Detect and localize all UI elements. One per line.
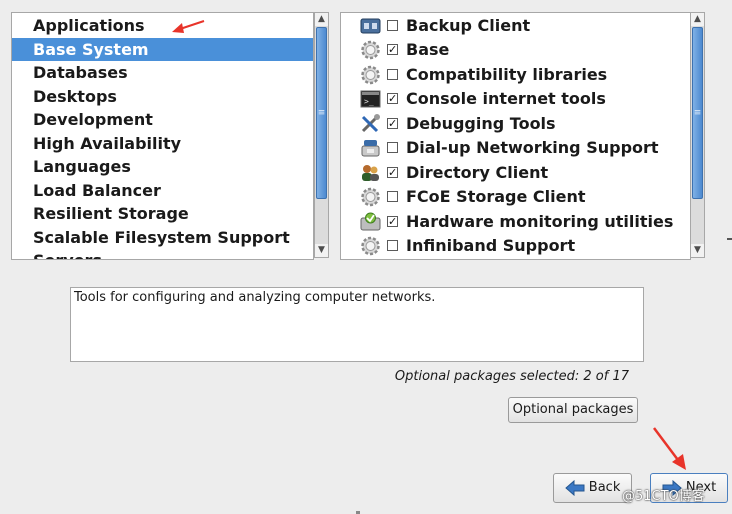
package-row[interactable]: Compatibility libraries bbox=[341, 63, 690, 87]
hardware-monitor-icon bbox=[360, 212, 381, 232]
terminal-icon: >_ bbox=[360, 89, 381, 109]
package-label: FCoE Storage Client bbox=[406, 187, 586, 206]
back-button[interactable]: Back bbox=[553, 473, 632, 503]
scroll-up-arrow-icon[interactable]: ▲ bbox=[691, 13, 704, 26]
package-checkbox[interactable] bbox=[387, 20, 398, 31]
annotation-arrow-icon bbox=[172, 20, 205, 33]
package-checkbox[interactable] bbox=[387, 191, 398, 202]
annotation-arrow-icon bbox=[653, 427, 686, 470]
svg-text:>_: >_ bbox=[364, 97, 374, 106]
package-label: Compatibility libraries bbox=[406, 65, 608, 84]
users-icon bbox=[360, 163, 381, 183]
package-scrollbar[interactable]: ▲ ≡ ▼ bbox=[690, 12, 705, 258]
package-checkbox[interactable]: ✓ bbox=[387, 93, 398, 104]
package-description: Tools for configuring and analyzing comp… bbox=[70, 287, 644, 362]
package-row[interactable]: Dial-up Networking Support bbox=[341, 136, 690, 160]
package-list[interactable]: Backup Client ✓ Base Compatibility librarie… bbox=[340, 12, 691, 260]
category-scrollbar-thumb[interactable]: ≡ bbox=[316, 27, 327, 199]
package-row[interactable]: Backup Client bbox=[341, 14, 690, 38]
grip-icon: ≡ bbox=[693, 108, 702, 118]
package-label: Directory Client bbox=[406, 163, 549, 182]
category-item[interactable]: Resilient Storage bbox=[12, 202, 313, 225]
package-row[interactable]: ✓ Base bbox=[341, 38, 690, 62]
package-label: Console internet tools bbox=[406, 89, 606, 108]
back-button-label: Back bbox=[588, 480, 621, 495]
scroll-down-arrow-icon[interactable]: ▼ bbox=[315, 244, 328, 257]
scroll-down-arrow-icon[interactable]: ▼ bbox=[691, 244, 704, 257]
gear-icon bbox=[360, 65, 381, 85]
category-item[interactable]: Scalable Filesystem Support bbox=[12, 226, 313, 249]
category-item[interactable]: High Availability bbox=[12, 132, 313, 155]
optional-packages-button-label: Optional packages bbox=[512, 402, 634, 417]
package-checkbox[interactable]: ✓ bbox=[387, 118, 398, 129]
category-item[interactable]: Base System bbox=[12, 38, 313, 61]
package-row[interactable]: Infiniband Support bbox=[341, 234, 690, 258]
package-row[interactable]: ✓ Directory Client bbox=[341, 161, 690, 185]
package-row[interactable]: ✓ Debugging Tools bbox=[341, 112, 690, 136]
package-checkbox[interactable] bbox=[387, 69, 398, 80]
category-item[interactable]: Servers bbox=[12, 249, 313, 259]
phone-icon bbox=[360, 138, 381, 158]
package-label: Base bbox=[406, 40, 450, 59]
scroll-up-arrow-icon[interactable]: ▲ bbox=[315, 13, 328, 26]
optional-packages-button[interactable]: Optional packages bbox=[508, 397, 638, 423]
package-checkbox[interactable] bbox=[387, 240, 398, 251]
package-checkbox[interactable] bbox=[387, 142, 398, 153]
divider bbox=[727, 238, 732, 240]
package-row[interactable]: >_ ✓ Console internet tools bbox=[341, 87, 690, 111]
category-item[interactable]: Desktops bbox=[12, 85, 313, 108]
package-label: Backup Client bbox=[406, 16, 531, 35]
package-checkbox[interactable]: ✓ bbox=[387, 216, 398, 227]
package-label: Debugging Tools bbox=[406, 114, 556, 133]
watermark: @51CTO博客 bbox=[622, 489, 705, 504]
package-label: Hardware monitoring utilities bbox=[406, 212, 674, 231]
package-label: Infiniband Support bbox=[406, 236, 576, 255]
category-item[interactable]: Development bbox=[12, 108, 313, 131]
grip-icon: ≡ bbox=[317, 108, 326, 118]
category-scrollbar[interactable]: ▲ ≡ ▼ bbox=[314, 12, 329, 258]
tools-icon bbox=[360, 114, 381, 134]
category-item[interactable]: Applications bbox=[12, 14, 313, 37]
category-list[interactable]: Applications Base System Databases Desktops… bbox=[11, 12, 314, 260]
gear-icon bbox=[360, 40, 381, 60]
package-row[interactable]: ✓ Hardware monitoring utilities bbox=[341, 210, 690, 234]
gear-icon bbox=[360, 236, 381, 256]
category-item[interactable]: Languages bbox=[12, 155, 313, 178]
package-checkbox[interactable]: ✓ bbox=[387, 44, 398, 55]
category-item[interactable]: Load Balancer bbox=[12, 179, 313, 202]
arrow-left-icon bbox=[564, 479, 585, 496]
optional-packages-count: Optional packages selected: 2 of 17 bbox=[394, 369, 629, 384]
category-item[interactable]: Databases bbox=[12, 61, 313, 84]
package-label: Dial-up Networking Support bbox=[406, 138, 659, 157]
backup-client-icon bbox=[360, 16, 381, 36]
gear-icon bbox=[360, 187, 381, 207]
package-row[interactable]: FCoE Storage Client bbox=[341, 185, 690, 209]
package-checkbox[interactable]: ✓ bbox=[387, 167, 398, 178]
package-scrollbar-thumb[interactable]: ≡ bbox=[692, 27, 703, 199]
